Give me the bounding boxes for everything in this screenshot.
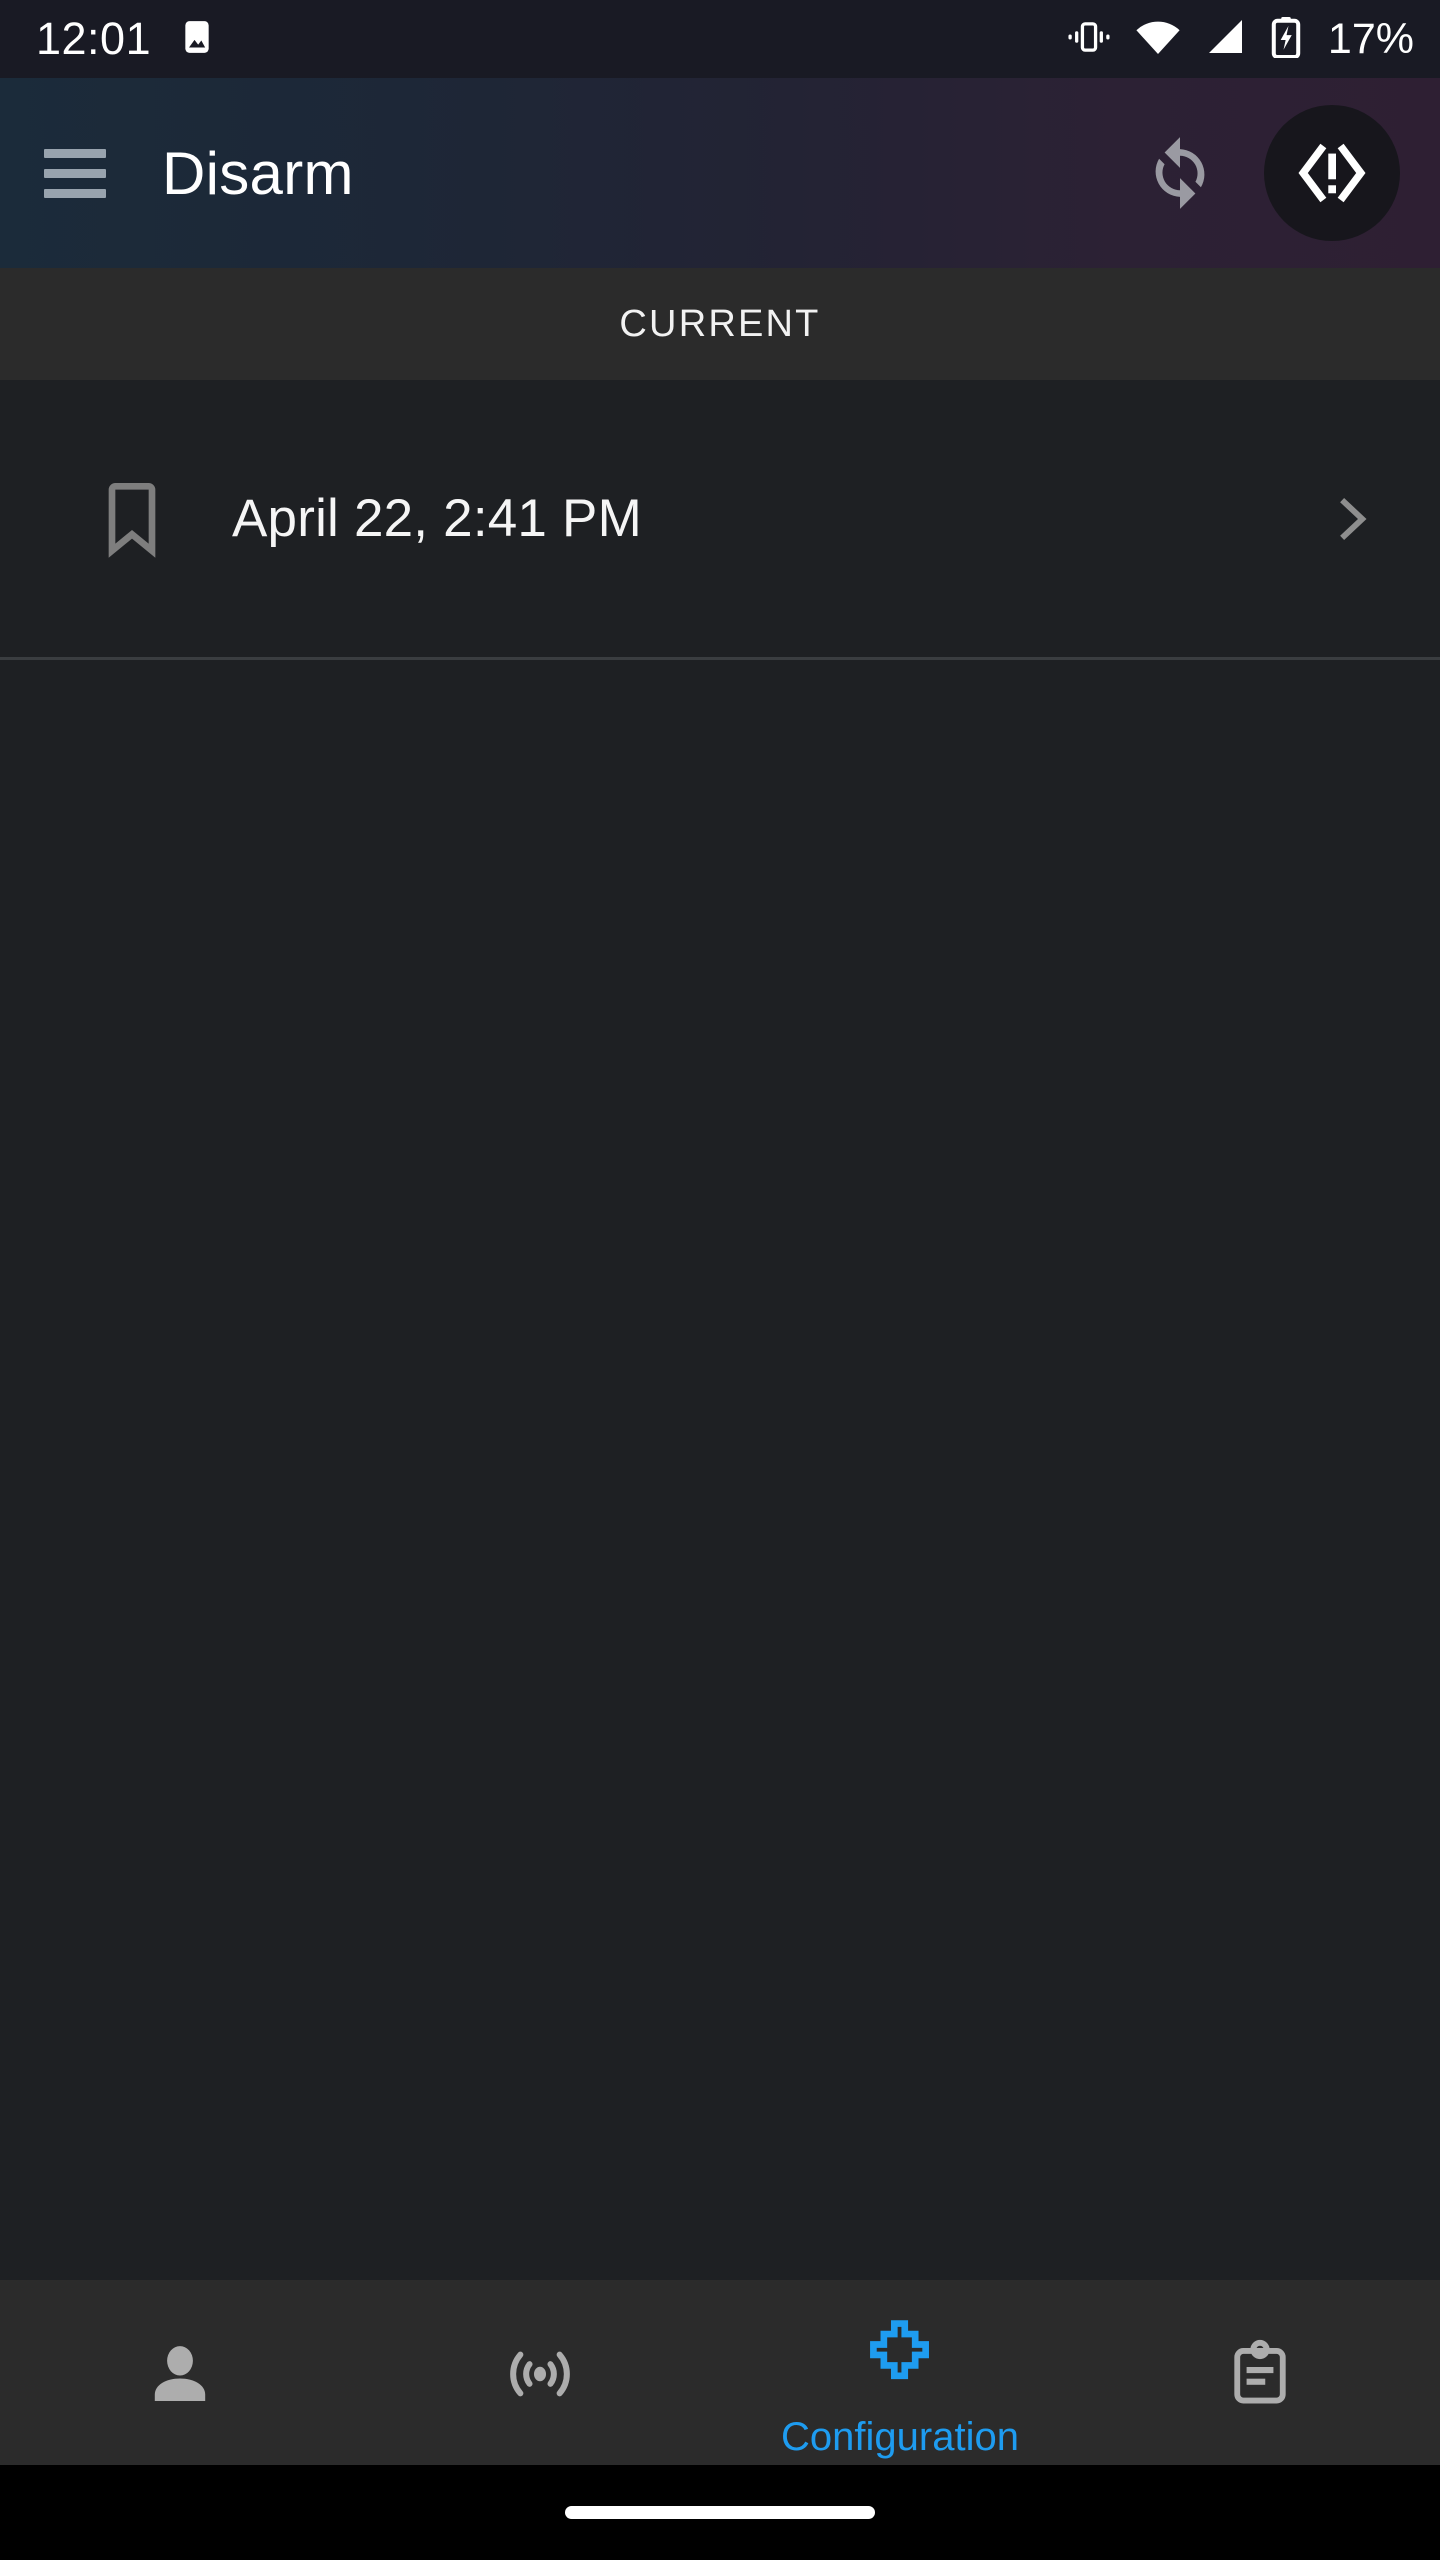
- hamburger-bar: [44, 148, 106, 158]
- content-area: April 22, 2:41 PM: [0, 380, 1440, 2280]
- sync-refresh-icon[interactable]: [1132, 125, 1228, 221]
- nav-item-label: Configuration: [781, 2415, 1019, 2459]
- phone-screen: 12:01 17% Disarm CURRENT April 22, 2:41 …: [0, 0, 1440, 2560]
- hamburger-bar: [44, 188, 106, 198]
- chevron-right-icon[interactable]: [1324, 492, 1392, 546]
- hamburger-bar: [44, 168, 106, 178]
- status-bar: 12:01 17%: [0, 0, 1440, 78]
- app-bar-actions: [1132, 105, 1400, 241]
- hamburger-menu-icon[interactable]: [44, 140, 110, 206]
- nav-item-log[interactable]: [1080, 2280, 1440, 2465]
- bookmark-icon: [96, 479, 168, 559]
- battery-charging-icon: [1270, 16, 1302, 63]
- list-item-label: April 22, 2:41 PM: [232, 489, 642, 548]
- clipboard-log-icon: [1225, 2339, 1295, 2414]
- person-icon: [144, 2338, 216, 2415]
- tab-current[interactable]: CURRENT: [619, 303, 820, 346]
- bottom-navigation: Configuration: [0, 2280, 1440, 2465]
- wifi-icon: [1134, 17, 1182, 62]
- image-icon: [177, 17, 217, 62]
- app-bar: Disarm: [0, 78, 1440, 268]
- status-bar-left: 12:01: [36, 13, 217, 65]
- battery-percent: 17%: [1327, 14, 1414, 63]
- sensor-motion-icon: [502, 2336, 578, 2417]
- configuration-grid-icon: [862, 2316, 938, 2397]
- vibrate-icon: [1066, 17, 1112, 62]
- tab-bar: CURRENT: [0, 268, 1440, 380]
- cellular-signal-icon: [1204, 17, 1248, 62]
- home-gesture-pill[interactable]: [565, 2506, 875, 2519]
- nav-item-sensor[interactable]: [360, 2280, 720, 2465]
- nav-item-person[interactable]: [0, 2280, 360, 2465]
- empty-list-area: [0, 660, 1440, 2280]
- page-title: Disarm: [162, 139, 354, 207]
- nav-item-configuration[interactable]: Configuration: [720, 2280, 1080, 2465]
- status-time: 12:01: [36, 13, 152, 64]
- code-alert-icon[interactable]: [1264, 105, 1400, 241]
- status-bar-right: 17%: [1066, 15, 1414, 64]
- list-item[interactable]: April 22, 2:41 PM: [0, 380, 1440, 660]
- gesture-bar: [0, 2465, 1440, 2560]
